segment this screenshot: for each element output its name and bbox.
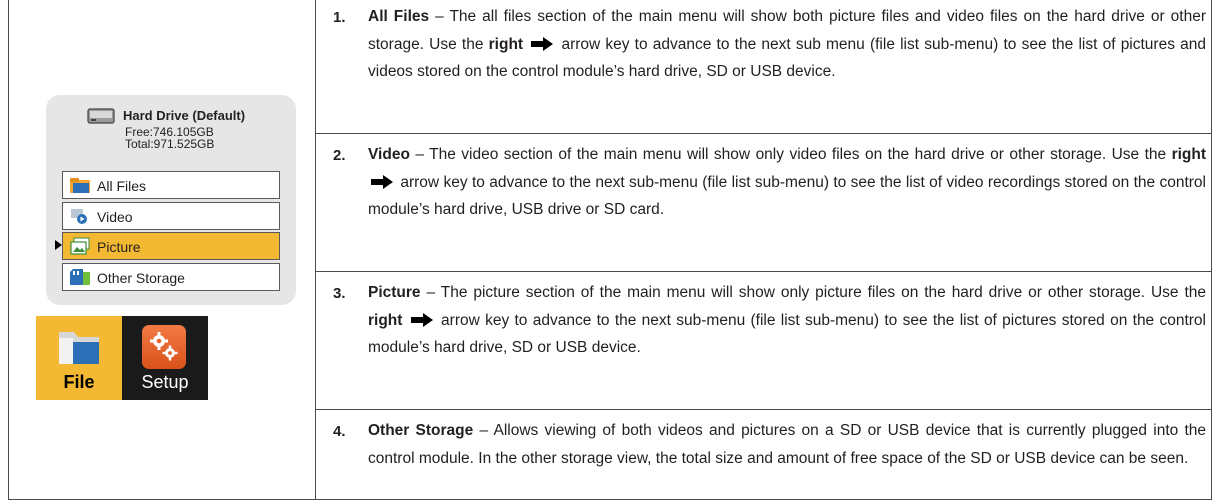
menu-item-other-storage[interactable]: Other Storage	[62, 263, 280, 291]
entry-keyword: right	[368, 311, 403, 329]
right-arrow-icon	[410, 312, 433, 327]
entry-keyword: right	[488, 35, 524, 53]
entry-text: arrow key to advance to the next sub-men…	[368, 173, 1206, 219]
drive-name: Hard Drive (Default)	[123, 108, 246, 123]
entry-title: All Files	[368, 8, 430, 25]
entry-text: arrow key to advance to the next sub-men…	[368, 311, 1206, 357]
gear-icon	[142, 325, 186, 369]
entry-title: Video	[368, 146, 410, 163]
entry-title: Other Storage	[368, 422, 474, 439]
entry-number: 1.	[333, 9, 346, 26]
tab-label: File	[63, 372, 95, 392]
entry-number: 3.	[333, 285, 346, 302]
entry-text: – The picture section of the main menu w…	[426, 284, 1207, 301]
menu-item-label: Video	[97, 209, 133, 225]
row-divider	[316, 409, 1211, 410]
entry-keyword: right	[1171, 146, 1206, 163]
right-arrow-icon	[531, 36, 554, 51]
sd-card-icon	[70, 269, 90, 285]
picture-icon	[70, 237, 90, 255]
menu-item-label: Picture	[97, 239, 141, 255]
entry-all-files: All Files – The all files section of the…	[368, 3, 1206, 86]
right-arrow-icon	[371, 174, 393, 189]
video-icon	[71, 209, 87, 224]
tab-label: Setup	[141, 372, 189, 392]
column-divider	[315, 0, 316, 500]
hard-drive-icon	[87, 108, 115, 124]
folder-icon	[70, 178, 90, 193]
entry-other-storage: Other Storage – Allows viewing of both v…	[368, 417, 1206, 472]
menu-item-label: All Files	[97, 178, 147, 194]
entry-picture: Picture – The picture section of the mai…	[368, 279, 1206, 362]
folder-icon	[59, 332, 99, 364]
entry-text: – The video section of the main menu wil…	[415, 146, 1172, 163]
menu-item-video[interactable]: Video	[62, 202, 280, 230]
selection-pointer-icon	[55, 240, 62, 250]
tab-setup[interactable]: Setup	[122, 316, 208, 400]
drive-total-space: Total:971.525GB	[125, 137, 215, 151]
entry-number: 4.	[333, 423, 346, 440]
menu-item-all-files[interactable]: All Files	[62, 171, 280, 199]
row-divider	[316, 133, 1211, 134]
entry-title: Picture	[368, 284, 421, 301]
entry-number: 2.	[333, 147, 346, 164]
menu-item-picture[interactable]: Picture	[62, 232, 280, 260]
entry-text: – Allows viewing of both videos and pict…	[368, 422, 1207, 467]
tab-file[interactable]: File	[36, 316, 122, 400]
menu-item-label: Other Storage	[97, 270, 185, 286]
entry-video: Video – The video section of the main me…	[368, 141, 1206, 224]
row-divider	[316, 271, 1211, 272]
